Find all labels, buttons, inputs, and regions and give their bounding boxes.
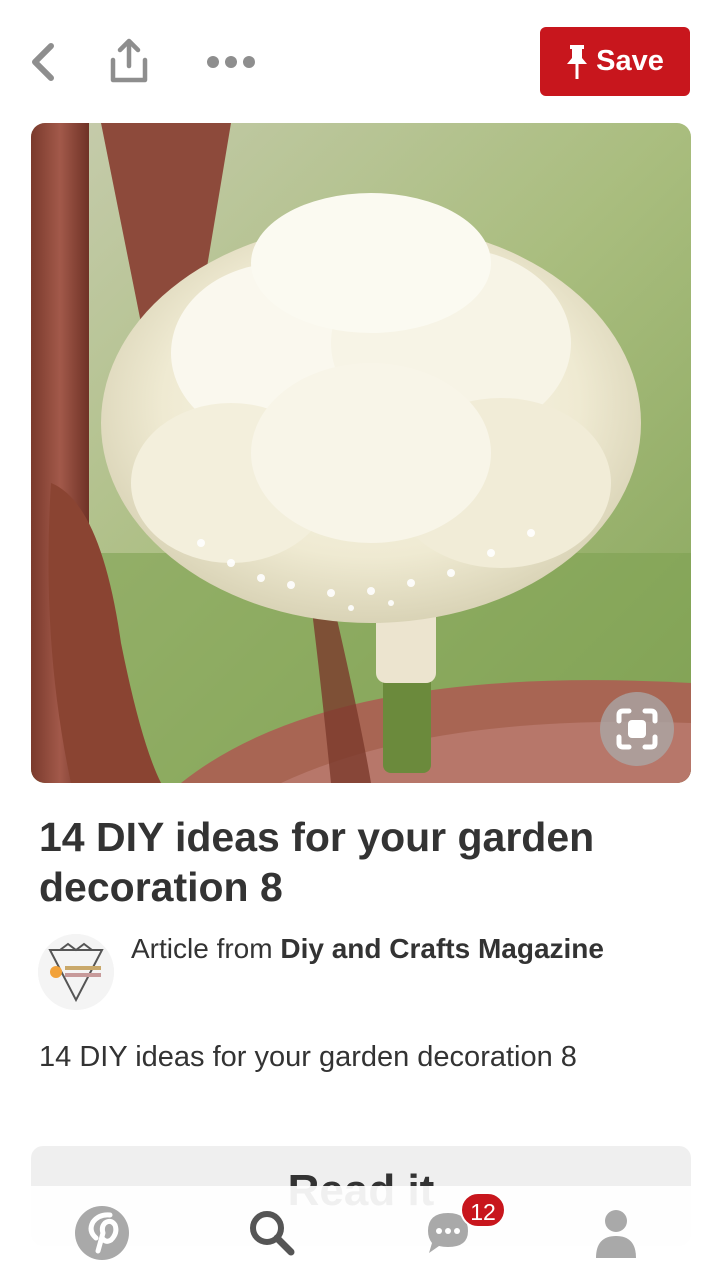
pinterest-logo-icon <box>75 1206 129 1260</box>
messages-badge: 12 <box>460 1192 506 1228</box>
nav-home[interactable] <box>57 1186 147 1280</box>
bouquet-photo <box>31 123 691 783</box>
pin-title: 14 DIY ideas for your garden decoration … <box>39 814 595 910</box>
save-button[interactable]: Save <box>540 27 690 96</box>
share-icon <box>110 38 148 83</box>
source-name[interactable]: Diy and Crafts Magazine <box>280 933 604 964</box>
pin-description: 14 DIY ideas for your garden decoration … <box>39 1041 577 1073</box>
save-label: Save <box>596 45 664 77</box>
visual-search-icon <box>616 708 658 750</box>
magazine-logo-icon <box>38 934 114 1010</box>
source-text: Article from Diy and Crafts Magazine <box>131 930 651 967</box>
chevron-left-icon <box>32 43 54 81</box>
nav-search[interactable] <box>227 1186 317 1280</box>
source-prefix: Article from <box>131 933 281 964</box>
profile-icon <box>596 1210 636 1258</box>
share-button[interactable] <box>104 36 154 86</box>
pushpin-icon <box>567 44 588 79</box>
avatar[interactable] <box>38 934 114 1010</box>
visual-search-button[interactable] <box>600 692 674 766</box>
source-row[interactable]: Article from Diy and Crafts Magazine <box>38 930 678 1010</box>
nav-profile[interactable] <box>571 1186 661 1280</box>
back-button[interactable] <box>22 38 62 86</box>
ellipsis-icon <box>207 56 255 68</box>
search-icon <box>250 1211 295 1256</box>
pin-image[interactable] <box>31 123 691 783</box>
more-options-button[interactable] <box>200 44 262 80</box>
bottom-nav <box>0 1186 720 1280</box>
top-toolbar: Save <box>0 0 720 120</box>
